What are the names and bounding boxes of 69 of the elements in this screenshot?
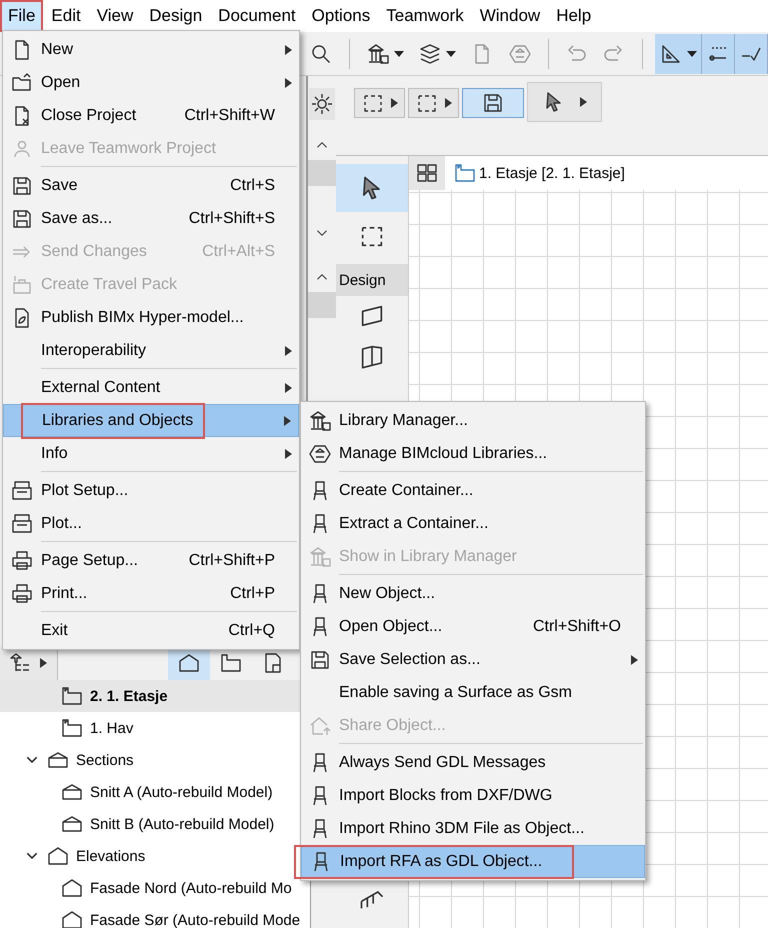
submenu-arrow-icon bbox=[630, 654, 638, 664]
menu-item[interactable]: New bbox=[3, 33, 299, 66]
tree-item[interactable]: Fasade Sør (Auto-rebuild Mode bbox=[0, 904, 310, 928]
plotter-icon bbox=[10, 478, 34, 502]
menu-item[interactable]: External Content bbox=[3, 371, 299, 404]
view-tab[interactable]: 1. Etasje [2. 1. Etasje] bbox=[453, 161, 625, 185]
printer-icon bbox=[10, 548, 34, 572]
menu-item[interactable]: Manage BIMcloud Libraries... bbox=[301, 437, 645, 470]
menu-item[interactable]: Info bbox=[3, 437, 299, 470]
menu-item[interactable]: Open bbox=[3, 66, 299, 99]
scroll-thumb[interactable] bbox=[308, 292, 336, 318]
menu-item[interactable]: Save as... Ctrl+Shift+S bbox=[3, 202, 299, 235]
toolbar-button[interactable] bbox=[408, 88, 459, 118]
toolbar-button[interactable] bbox=[462, 88, 524, 118]
menu-item[interactable]: Libraries and Objects bbox=[3, 404, 299, 437]
menu-bar-item[interactable]: Options bbox=[304, 0, 378, 32]
caret-icon bbox=[446, 50, 456, 56]
menu-item[interactable]: Exit Ctrl+Q bbox=[3, 614, 299, 647]
submenu-arrow-icon bbox=[284, 44, 292, 54]
menu-item[interactable]: Close Project Ctrl+Shift+W bbox=[3, 99, 299, 132]
building-icon bbox=[308, 544, 332, 568]
menu-item[interactable]: Open Object... Ctrl+Shift+O bbox=[301, 610, 645, 643]
menu-item[interactable]: Plot Setup... bbox=[3, 474, 299, 507]
menu-item[interactable]: Library Manager... bbox=[301, 404, 645, 437]
toolbar-button[interactable] bbox=[354, 88, 405, 118]
layers-icon bbox=[418, 42, 442, 66]
gear-icon bbox=[310, 92, 334, 116]
menu-bar-item[interactable]: Design bbox=[141, 0, 210, 32]
view-grid-button[interactable] bbox=[409, 156, 445, 190]
building-icon bbox=[308, 408, 332, 432]
menu-item[interactable]: Plot... bbox=[3, 507, 299, 540]
menu-bar-item[interactable]: Help bbox=[548, 0, 600, 32]
menu-item[interactable]: Extract a Container... bbox=[301, 507, 645, 540]
caret-icon bbox=[394, 50, 404, 56]
settings-button[interactable] bbox=[309, 88, 335, 120]
menu-bar-item[interactable]: Document bbox=[210, 0, 304, 32]
menu-bar-item[interactable]: Teamwork bbox=[378, 0, 472, 32]
toolbar-button[interactable] bbox=[702, 34, 736, 74]
toolbar-button[interactable] bbox=[655, 34, 702, 74]
menu-item[interactable]: Save Ctrl+S bbox=[3, 169, 299, 202]
plotter-icon bbox=[10, 512, 34, 536]
submenu-arrow-icon bbox=[445, 98, 452, 108]
menu-bar-item[interactable]: View bbox=[88, 0, 142, 32]
toolbar-button[interactable] bbox=[735, 34, 768, 74]
menu-item[interactable]: New Object... bbox=[301, 577, 645, 610]
scroll-thumb[interactable] bbox=[308, 160, 336, 186]
submenu-arrow-icon bbox=[391, 98, 398, 108]
submenu-arrow-icon bbox=[284, 416, 290, 426]
building-icon bbox=[366, 42, 390, 66]
menu-bar-item[interactable]: File bbox=[0, 0, 44, 32]
menu-item[interactable]: Create Container... bbox=[301, 474, 645, 507]
submenu-arrow-icon bbox=[284, 346, 292, 356]
menu-item[interactable]: Save Selection as... bbox=[301, 643, 645, 676]
submenu-arrow-icon bbox=[284, 382, 292, 392]
menu-bar-item[interactable]: Window bbox=[472, 0, 548, 32]
caret-icon bbox=[40, 658, 47, 668]
printer-icon bbox=[10, 582, 34, 606]
palette-heading: Design bbox=[336, 264, 408, 296]
submenu-arrow-icon bbox=[580, 97, 587, 107]
tool-button[interactable] bbox=[336, 164, 408, 212]
caret-icon bbox=[687, 50, 698, 56]
toolbar-button[interactable] bbox=[527, 82, 602, 122]
submenu-arrow-icon bbox=[284, 78, 292, 88]
menu-item[interactable]: Publish BIMx Hyper-model... bbox=[3, 301, 299, 334]
menu-item[interactable]: Interoperability bbox=[3, 334, 299, 367]
menu-item[interactable]: Print... Ctrl+P bbox=[3, 577, 299, 610]
menu-bar-item[interactable]: Edit bbox=[43, 0, 89, 32]
submenu-arrow-icon bbox=[284, 448, 292, 458]
menu-item[interactable]: Page Setup... Ctrl+Shift+P bbox=[3, 544, 299, 577]
